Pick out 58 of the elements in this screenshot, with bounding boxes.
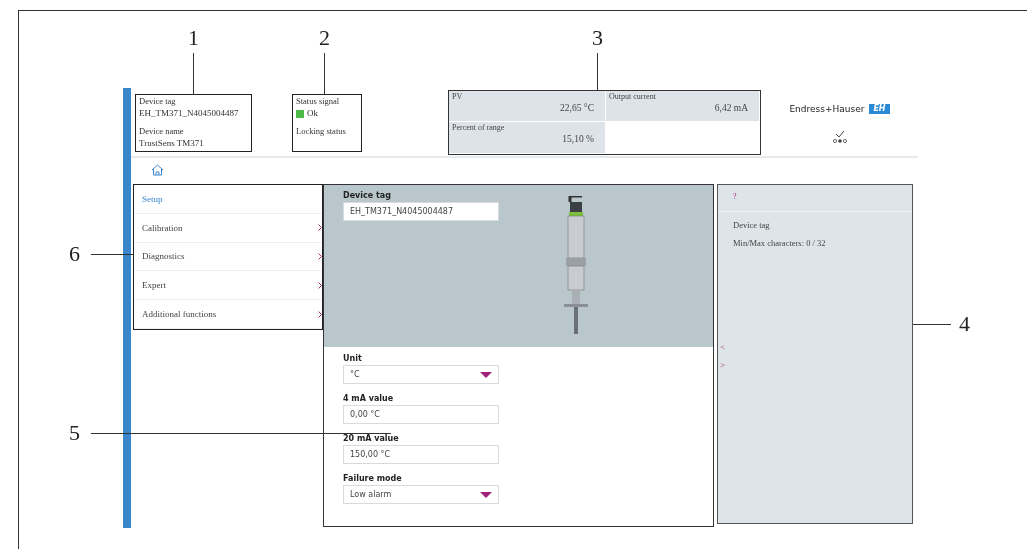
measurement-label: Percent of range (452, 123, 506, 132)
field-label: Status signal (296, 96, 341, 107)
leader-line (913, 324, 951, 325)
menu-item-label: Calibration (142, 222, 183, 233)
caret-icon (480, 491, 492, 498)
check-status-icon (831, 130, 848, 144)
menu-item-label: Diagnostics (142, 251, 185, 262)
measurement-value: 15,10 % (562, 134, 594, 144)
logo-text: Endress+Hauser (789, 104, 865, 114)
field-label: Failure mode (343, 473, 403, 485)
help-text: Device tag (732, 219, 771, 230)
field-label: Unit (343, 353, 363, 365)
measurement-value: 22,65 °C (560, 103, 594, 113)
leader-line (324, 53, 325, 95)
leader-line (193, 53, 194, 95)
menu-item[interactable]: Calibration (134, 213, 322, 243)
field-label: Device tag (343, 190, 392, 202)
callout-number: 6 (69, 243, 80, 265)
dropdown[interactable]: °C (343, 365, 499, 384)
field-label: Locking status (296, 126, 347, 137)
field-label: 20 mA value (343, 433, 400, 445)
panel-toggle-arrow[interactable]: < (720, 342, 726, 352)
chevron-right-icon (318, 310, 322, 318)
chevron-right-icon (318, 224, 322, 232)
menu-item[interactable]: Setup (134, 185, 322, 214)
menu-item-label: Additional functions (142, 309, 217, 320)
help-text: Min/Max characters: 0 / 32 (732, 237, 827, 248)
callout-number: 5 (69, 422, 80, 444)
callout-number: 2 (319, 27, 330, 49)
callout-number: 1 (188, 27, 199, 49)
field-label: 4 mA value (343, 393, 395, 405)
chevron-right-icon (318, 281, 322, 289)
dropdown[interactable]: Low alarm (343, 485, 499, 504)
logo-mark: EH (869, 104, 890, 114)
home-icon[interactable] (151, 164, 164, 176)
menu-item[interactable]: Diagnostics (134, 242, 322, 272)
text-field[interactable]: EH_TM371_N4045004487 (343, 202, 499, 221)
field-value: TrustSens TM371 (139, 137, 205, 150)
field-label: Device name (139, 126, 185, 137)
caret-icon (480, 371, 492, 378)
measurement-label: PV (452, 92, 464, 101)
callout-number: 4 (959, 313, 970, 335)
measurement-label: Output current (609, 92, 657, 101)
text-field[interactable]: 150,00 °C (343, 445, 499, 464)
text-field[interactable]: 0,00 °C (343, 405, 499, 424)
help-title: ? (718, 185, 912, 212)
field-label: Device tag (139, 96, 177, 107)
field-value: EH_TM371_N4045004487 (139, 107, 240, 120)
menu-item-label: Setup (142, 193, 163, 204)
menu-item[interactable]: Additional functions (134, 300, 322, 329)
menu-item[interactable]: Expert (134, 271, 322, 301)
panel-toggle-arrow[interactable]: > (720, 360, 726, 370)
menu-item-label: Expert (142, 280, 166, 291)
chevron-right-icon (318, 253, 322, 260)
callout-number: 3 (592, 27, 603, 49)
leader-line (91, 254, 134, 255)
status-value: Ok (307, 107, 318, 120)
measurement-value: 6,42 mA (714, 103, 748, 113)
